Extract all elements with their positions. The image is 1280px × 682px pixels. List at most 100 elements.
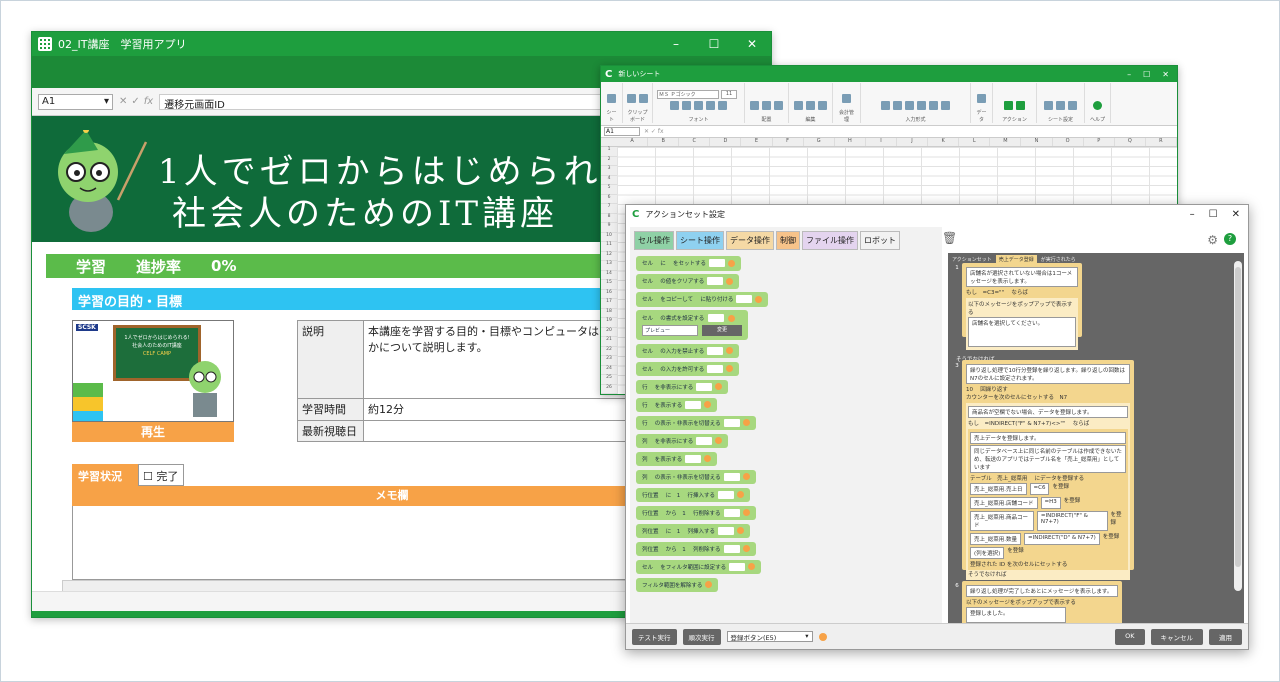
- memo-textarea[interactable]: [72, 506, 712, 580]
- help-icon[interactable]: [742, 473, 750, 481]
- row-header[interactable]: 16: [601, 289, 617, 299]
- action-block[interactable]: 列位置 に 1 列挿入する: [636, 523, 750, 538]
- close-button[interactable]: ✕: [1232, 209, 1240, 220]
- ribbon-group[interactable]: シート設定: [1037, 83, 1085, 123]
- row-header[interactable]: 13: [601, 261, 617, 271]
- column-header[interactable]: N: [1021, 138, 1053, 146]
- ribbon-group[interactable]: ＭＳ Ｐゴシック 11 フォント: [653, 83, 745, 123]
- name-box[interactable]: A1 ▾: [38, 93, 113, 110]
- action-block[interactable]: セル の入力を禁止する: [636, 343, 740, 358]
- field-value[interactable]: =INDIRECT("F" & N7+7): [1036, 511, 1108, 531]
- cancel-button[interactable]: キャンセル: [1150, 628, 1203, 645]
- column-header[interactable]: G: [804, 138, 835, 146]
- row-header[interactable]: 11: [601, 242, 617, 252]
- field-select[interactable]: 売上_総菜用.売上日: [970, 483, 1027, 495]
- minimize-button[interactable]: –: [657, 37, 695, 51]
- column-header[interactable]: M: [990, 138, 1022, 146]
- row-header[interactable]: 24: [601, 365, 617, 375]
- row-header[interactable]: 17: [601, 299, 617, 309]
- field-value[interactable]: =C6: [1029, 483, 1050, 495]
- column-header[interactable]: Q: [1115, 138, 1146, 146]
- field-select[interactable]: 売上_総菜用.商品コード: [970, 511, 1034, 531]
- row-header[interactable]: 19: [601, 318, 617, 328]
- function-icon[interactable]: ✕ ✓ fx: [644, 128, 664, 135]
- script-block-loop[interactable]: 繰り返し処理で10行分登録を繰り返します。繰り返しの回数はN7のセルに設定されま…: [962, 360, 1134, 580]
- ribbon-group[interactable]: クリップボード: [623, 83, 653, 123]
- help-icon[interactable]: [728, 314, 736, 322]
- action-block[interactable]: セル の書式を設定する プレビュー 変更: [636, 310, 748, 340]
- action-block[interactable]: 列 を表示する: [636, 451, 718, 466]
- action-block[interactable]: セル をコピーして に貼り付ける: [636, 292, 769, 307]
- column-header[interactable]: H: [835, 138, 866, 146]
- action-block[interactable]: 列 を非表示にする: [636, 433, 729, 448]
- play-button[interactable]: 再生: [72, 422, 234, 442]
- trigger-select[interactable]: 登録ボタン(E5) ▾: [726, 631, 813, 642]
- help-icon[interactable]: [715, 437, 723, 445]
- maximize-button[interactable]: ☐: [1143, 70, 1150, 79]
- close-button[interactable]: ✕: [1162, 70, 1169, 79]
- minimize-button[interactable]: –: [1127, 70, 1131, 79]
- row-header[interactable]: 22: [601, 346, 617, 356]
- trash-icon[interactable]: 🗑: [942, 231, 957, 245]
- help-icon[interactable]: [742, 419, 750, 427]
- row-header[interactable]: 10: [601, 232, 617, 242]
- row-header[interactable]: 18: [601, 308, 617, 318]
- column-header[interactable]: J: [897, 138, 929, 146]
- ribbon-group[interactable]: 編集: [789, 83, 833, 123]
- script-editor[interactable]: アクションセット 売上データ登録 が実行されたら 1 店舗名が選択されていない場…: [948, 253, 1244, 623]
- tab-file[interactable]: ファイル操作: [802, 231, 858, 250]
- cancel-icon[interactable]: ✕: [119, 96, 127, 107]
- help-icon[interactable]: [742, 509, 750, 517]
- ribbon-group[interactable]: 配置: [745, 83, 789, 123]
- help-icon[interactable]: [737, 527, 744, 535]
- column-header[interactable]: P: [1084, 138, 1115, 146]
- action-block[interactable]: 行 を非表示にする: [636, 379, 729, 394]
- popup-message[interactable]: 登録しました。: [966, 607, 1066, 623]
- action-block[interactable]: セル をフィルタ範囲に設定する: [636, 559, 762, 574]
- vertical-scrollbar[interactable]: [1234, 261, 1242, 591]
- tab-cell[interactable]: セル操作: [634, 231, 674, 250]
- ribbon-group[interactable]: アクション: [993, 83, 1037, 123]
- action-block[interactable]: セル の値をクリアする: [636, 274, 740, 289]
- font-size-select[interactable]: 11: [721, 90, 737, 99]
- tab-data[interactable]: データ操作: [726, 231, 774, 250]
- field-value[interactable]: =INDIRECT("D" & N7+7): [1024, 533, 1100, 545]
- column-header[interactable]: E: [741, 138, 773, 146]
- script-block-message[interactable]: 繰り返し処理が完了したあとにメッセージを表示します。 以下のメッセージをポップア…: [962, 581, 1122, 623]
- close-button[interactable]: ✕: [733, 37, 771, 51]
- field-select[interactable]: (列を選択): [970, 547, 1005, 559]
- video-thumbnail[interactable]: SCSK 1人でゼロからはじめられる! 社会人のためのIT講座 CELF CAM…: [72, 320, 234, 422]
- help-icon[interactable]: [704, 455, 712, 463]
- row-header[interactable]: 1: [601, 147, 617, 157]
- row-header[interactable]: 2: [601, 156, 617, 166]
- maximize-button[interactable]: ☐: [695, 37, 733, 51]
- row-header[interactable]: 20: [601, 327, 617, 337]
- row-header[interactable]: 9: [601, 223, 617, 233]
- column-header[interactable]: O: [1053, 138, 1084, 146]
- action-block[interactable]: 列 の表示・非表示を切替える: [636, 469, 756, 484]
- column-header[interactable]: B: [648, 138, 680, 146]
- help-icon[interactable]: [726, 347, 734, 355]
- help-icon[interactable]: [737, 491, 744, 499]
- script-block-if[interactable]: 店舗名が選択されていない場合は1コーメッセージを表示します。 もし =C3=""…: [962, 263, 1082, 350]
- step-run-button[interactable]: 順次実行: [682, 628, 721, 645]
- column-header[interactable]: I: [866, 138, 897, 146]
- sheet-name-box[interactable]: A1: [604, 127, 640, 136]
- column-header[interactable]: D: [710, 138, 742, 146]
- row-header[interactable]: 14: [601, 270, 617, 280]
- font-name-select[interactable]: ＭＳ Ｐゴシック: [657, 90, 719, 99]
- row-header[interactable]: 8: [601, 213, 617, 223]
- help-icon[interactable]: [818, 632, 827, 641]
- help-icon[interactable]: [742, 545, 750, 553]
- field-value[interactable]: =H3: [1040, 497, 1061, 509]
- ribbon-group[interactable]: 入力形式: [861, 83, 971, 123]
- action-block[interactable]: 行位置 に 1 行挿入する: [636, 487, 750, 502]
- ok-button[interactable]: OK: [1115, 628, 1145, 645]
- maximize-button[interactable]: ☐: [1209, 209, 1218, 220]
- column-header[interactable]: C: [679, 138, 711, 146]
- action-block[interactable]: フィルタ範囲を解除する: [636, 577, 719, 592]
- column-header[interactable]: A: [617, 138, 649, 146]
- action-block[interactable]: セル に をセットする: [636, 256, 741, 271]
- change-button[interactable]: 変更: [702, 325, 742, 336]
- complete-checkbox[interactable]: ☐ 完了: [138, 464, 184, 486]
